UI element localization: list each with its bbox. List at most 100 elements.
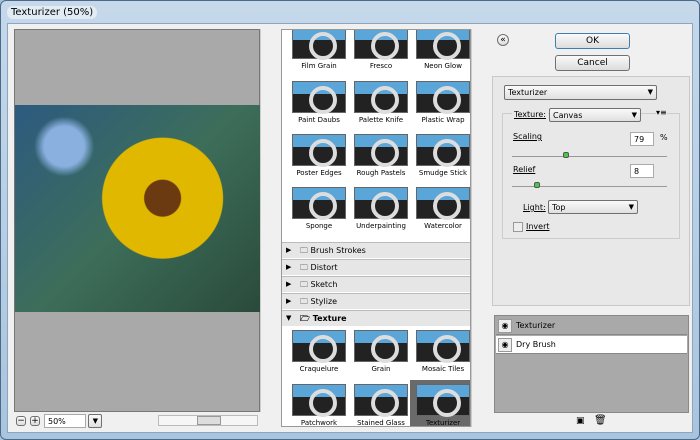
filter-thumbnail[interactable] [292,330,346,363]
filter-thumbnail-label: Plastic Wrap [421,116,465,124]
category-sketch[interactable]: ▶ 🗀 Sketch [282,276,470,292]
expand-arrow-icon: ▶ [286,246,292,254]
zoom-level-field[interactable]: 50% [44,414,86,428]
ok-button[interactable]: OK [555,33,630,49]
filter-select-value: Texturizer [508,88,548,97]
collapse-arrow-icon: ▼ [286,314,292,322]
relief-slider-knob[interactable] [533,182,540,188]
filter-thumbnail-label: Paint Daubs [298,116,340,124]
filter-thumbnail[interactable] [416,330,470,363]
relief-label: Relief [513,165,536,174]
texture-label: Texture: [512,110,548,119]
chevron-down-icon: ▼ [631,111,637,119]
category-label: Texture [312,314,347,323]
filter-thumbnail[interactable] [416,134,470,167]
eye-icon[interactable]: ◉ [498,319,512,333]
invert-checkbox[interactable] [513,222,523,232]
category-brush-strokes[interactable]: ▶ 🗀 Brush Strokes [282,242,470,258]
gallery-scrollbar[interactable] [471,29,481,427]
filter-thumbnail-label: Neon Glow [424,62,462,70]
filter-thumbnail[interactable] [416,81,470,114]
filter-thumbnail[interactable] [354,330,408,363]
folder-open-icon: 🗁 [300,314,313,323]
zoom-in-button[interactable]: + [30,416,40,426]
filter-thumbnail-label: Texturizer [425,419,461,427]
effect-layer-row[interactable]: ◉ Texturizer [496,317,687,335]
filter-thumbnail-label: Sponge [305,222,333,230]
dialog-window: Texturizer (50%) − + 50% ▼ Film Grain Fre… [0,0,700,440]
window-title: Texturizer (50%) [7,6,98,19]
zoom-out-button[interactable]: − [16,416,26,426]
folder-icon: 🗀 [300,280,311,289]
folder-icon: 🗀 [300,246,311,255]
invert-label: Invert [526,222,550,231]
delete-effect-layer-icon[interactable]: 🗑 [594,415,607,426]
filter-thumbnail[interactable] [292,384,346,417]
filter-thumbnail[interactable] [292,187,346,220]
chevron-down-icon: ▼ [92,417,98,425]
filter-gallery: Film Grain Fresco Neon Glow Paint Daubs Pale… [281,29,471,427]
filter-thumbnail-label: Palette Knife [358,116,404,124]
category-label: Distort [310,263,338,272]
settings-panel: Texturizer ▼ Texture: Canvas ▼ ▾≡ Scaling … [492,76,690,306]
category-texture[interactable]: ▼ 🗁 Texture [282,310,470,326]
folder-icon: 🗀 [300,263,311,272]
filter-thumbnail-label: Film Grain [301,62,337,70]
light-label: Light: [523,203,546,212]
category-label: Stylize [310,297,338,306]
zoom-dropdown[interactable]: ▼ [88,414,102,428]
filter-select[interactable]: Texturizer ▼ [504,85,657,100]
filter-thumbnail-label: Poster Edges [296,169,342,177]
effect-layer-name: Dry Brush [516,340,556,349]
filter-thumbnail[interactable] [416,187,470,220]
expand-arrow-icon: ▶ [286,280,292,288]
cancel-button[interactable]: Cancel [555,55,630,71]
dialog-body: − + 50% ▼ Film Grain Fresco Neon Glow Paint… [7,23,693,433]
filter-thumbnail-label: Fresco [369,62,393,70]
filter-thumbnail[interactable] [354,30,408,60]
preview-vertical-scrollbar[interactable] [260,29,272,412]
effect-layer-row[interactable]: ◉ Dry Brush [496,336,687,354]
chevron-down-icon: ▼ [628,203,634,211]
effect-layers-list: ◉ Texturizer ◉ Dry Brush [494,315,689,413]
category-label: Brush Strokes [310,246,366,255]
filter-thumbnail[interactable] [292,30,346,60]
relief-field[interactable]: 8 [630,164,654,178]
preview-image [15,105,261,312]
scaling-label: Scaling [513,132,542,141]
chevron-down-icon: ▼ [647,88,653,96]
category-label: Sketch [310,280,338,289]
new-effect-layer-icon[interactable]: ▣ [576,416,585,426]
filter-thumbnail-label: Grain [371,365,391,373]
scaling-field[interactable]: 79 [630,132,654,146]
light-select[interactable]: Top ▼ [548,200,638,214]
filter-thumbnail[interactable] [292,134,346,167]
scrollbar-thumb[interactable] [197,416,221,425]
filter-thumbnail-label: Craquelure [299,365,339,373]
effect-layer-name: Texturizer [516,321,556,330]
filter-thumbnail[interactable] [354,134,408,167]
texture-select[interactable]: Canvas ▼ [549,108,641,122]
filter-thumbnail[interactable] [354,187,408,220]
eye-icon[interactable]: ◉ [498,338,512,352]
texture-menu-icon[interactable]: ▾≡ [656,108,667,117]
texture-select-value: Canvas [553,111,583,120]
filter-thumbnail[interactable] [292,81,346,114]
scaling-slider-knob[interactable] [563,152,570,158]
filter-thumbnail[interactable] [416,384,470,417]
filter-thumbnail[interactable] [354,81,408,114]
scaling-slider-track[interactable] [512,156,667,157]
filter-thumbnail[interactable] [354,384,408,417]
filter-thumbnail[interactable] [416,30,470,60]
filter-thumbnail-label: Watercolor [424,222,462,230]
preview-horizontal-scrollbar[interactable] [158,415,258,426]
filter-thumbnail-label: Stained Glass [357,419,405,427]
category-stylize[interactable]: ▶ 🗀 Stylize [282,293,470,309]
category-distort[interactable]: ▶ 🗀 Distort [282,259,470,275]
folder-icon: 🗀 [300,297,311,306]
filter-thumbnail-label: Patchwork [300,419,338,427]
preview-area[interactable] [14,29,261,412]
scaling-unit: % [660,133,668,142]
expand-arrow-icon: ▶ [286,263,292,271]
collapse-button[interactable]: « [497,34,509,46]
